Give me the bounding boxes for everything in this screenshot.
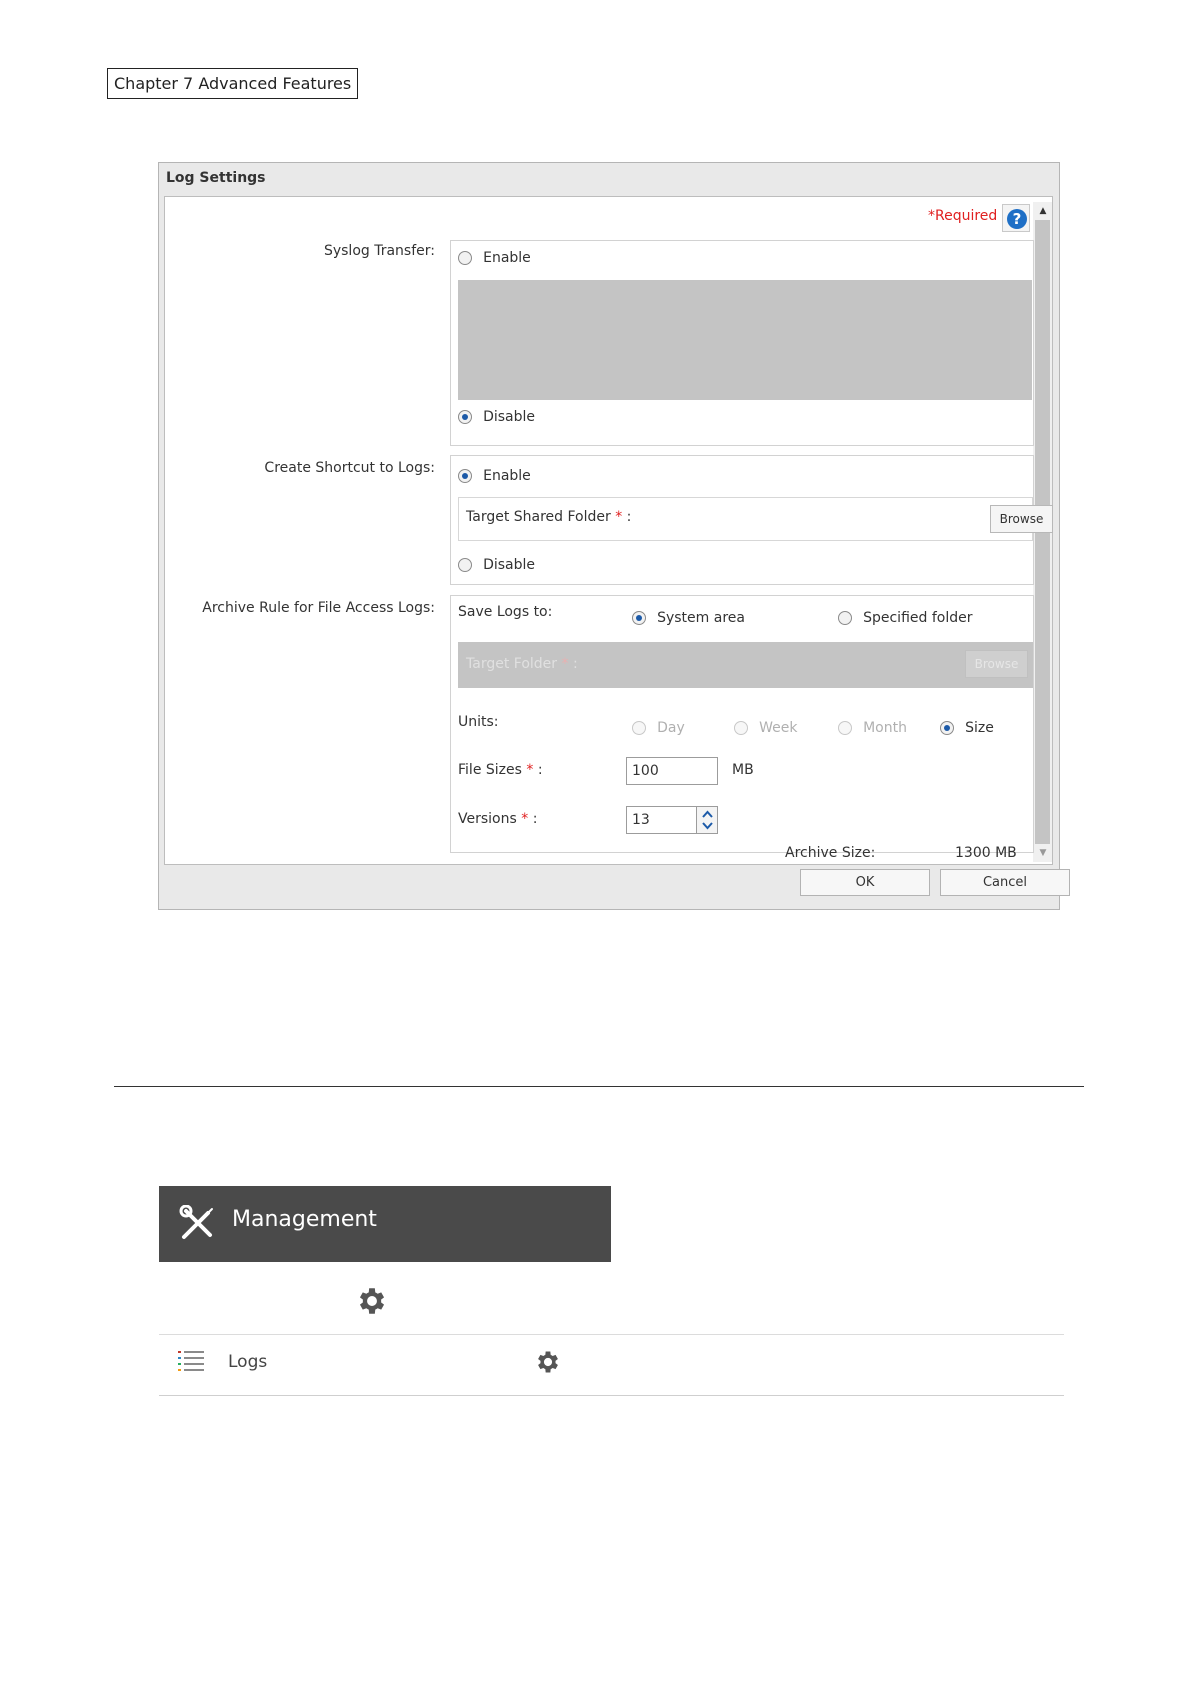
shortcut-disable-radio[interactable] xyxy=(458,557,472,572)
scroll-down-arrow-icon[interactable]: ▼ xyxy=(1036,846,1050,860)
unit-month-radio[interactable] xyxy=(838,720,852,735)
shortcut-label: Create Shortcut to Logs: xyxy=(264,460,435,476)
logs-settings-gear-icon[interactable] xyxy=(534,1348,562,1376)
unit-week-option[interactable]: Week xyxy=(734,717,797,736)
target-shared-folder-label: Target Shared Folder * : xyxy=(466,509,632,525)
logs-label: Logs xyxy=(228,1352,268,1372)
unit-size-text: Size xyxy=(965,720,994,736)
unit-week-text: Week xyxy=(759,720,798,736)
target-folder-label: Target Folder * : xyxy=(466,656,578,672)
help-icon: ? xyxy=(1007,209,1027,229)
unit-month-text: Month xyxy=(863,720,907,736)
syslog-disable-radio[interactable] xyxy=(458,409,472,424)
shortcut-enable-radio[interactable] xyxy=(458,468,472,483)
section-divider xyxy=(114,1086,1084,1087)
shortcut-disable-text: Disable xyxy=(483,557,536,573)
management-menu-item[interactable] xyxy=(159,1186,611,1262)
archive-browse-button[interactable]: Browse xyxy=(965,650,1028,678)
ok-button[interactable]: OK xyxy=(800,869,930,896)
unit-day-text: Day xyxy=(657,720,685,736)
syslog-transfer-label: Syslog Transfer: xyxy=(323,243,435,259)
specified-folder-option[interactable]: Specified folder xyxy=(838,607,972,626)
specified-folder-radio[interactable] xyxy=(838,610,852,625)
logs-row[interactable] xyxy=(159,1334,1064,1396)
system-area-radio[interactable] xyxy=(632,610,646,625)
file-sizes-label: File Sizes * : xyxy=(458,762,543,778)
versions-label: Versions * : xyxy=(458,811,538,827)
unit-week-radio[interactable] xyxy=(734,720,748,735)
scroll-up-arrow-icon[interactable]: ▲ xyxy=(1036,204,1050,218)
unit-day-radio[interactable] xyxy=(632,720,646,735)
file-sizes-input[interactable]: 100 xyxy=(626,757,718,785)
system-area-text: System area xyxy=(657,610,745,626)
shortcut-browse-button[interactable]: Browse xyxy=(990,505,1053,533)
syslog-enable-option[interactable]: Enable xyxy=(458,247,531,266)
stepper-arrows-icon[interactable] xyxy=(697,807,718,833)
save-logs-to-label: Save Logs to: xyxy=(458,604,553,620)
archive-size-value: 1300 MB xyxy=(955,845,1017,861)
unit-size-option[interactable]: Size xyxy=(940,717,994,736)
list-icon xyxy=(178,1351,204,1371)
management-label: Management xyxy=(232,1207,377,1232)
unit-month-option[interactable]: Month xyxy=(838,717,907,736)
syslog-enable-text: Enable xyxy=(483,250,531,266)
unit-size-radio[interactable] xyxy=(940,720,954,735)
cancel-button[interactable]: Cancel xyxy=(940,869,1070,896)
file-sizes-unit: MB xyxy=(732,762,754,778)
chapter-label: Chapter 7 Advanced Features xyxy=(107,68,359,99)
system-area-option[interactable]: System area xyxy=(632,607,745,626)
specified-folder-text: Specified folder xyxy=(863,610,973,626)
units-label: Units: xyxy=(458,714,499,730)
help-button[interactable]: ? xyxy=(1002,204,1030,232)
archive-size-label: Archive Size: xyxy=(785,845,876,861)
shortcut-enable-option[interactable]: Enable xyxy=(458,465,531,484)
syslog-enable-radio[interactable] xyxy=(458,250,472,265)
shortcut-enable-text: Enable xyxy=(483,468,531,484)
archive-rule-label: Archive Rule for File Access Logs: xyxy=(202,600,435,616)
required-note: *Required xyxy=(928,208,998,224)
syslog-settings-disabled-area xyxy=(458,280,1032,400)
tools-icon xyxy=(179,1205,213,1239)
versions-stepper[interactable] xyxy=(696,807,717,833)
gear-icon[interactable] xyxy=(355,1284,389,1318)
syslog-disable-text: Disable xyxy=(483,409,536,425)
shortcut-disable-option[interactable]: Disable xyxy=(458,554,535,573)
dialog-title: Log Settings xyxy=(166,170,266,186)
syslog-disable-option[interactable]: Disable xyxy=(458,406,535,425)
unit-day-option[interactable]: Day xyxy=(632,717,685,736)
